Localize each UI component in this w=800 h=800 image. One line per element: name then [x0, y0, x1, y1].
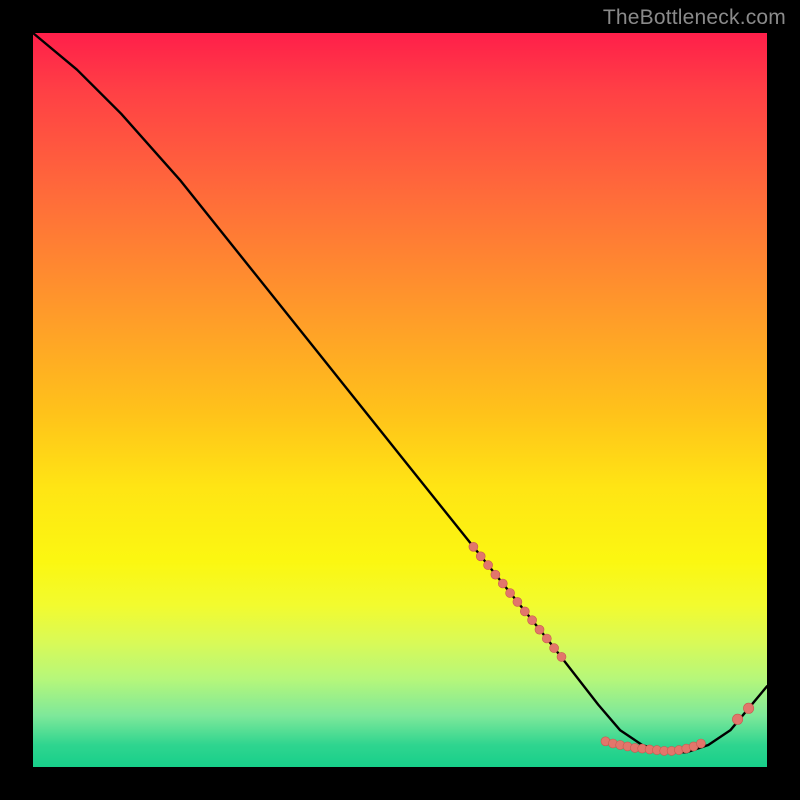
- data-point: [696, 739, 705, 748]
- data-point: [535, 625, 544, 634]
- chart-svg: [33, 33, 767, 767]
- data-point: [513, 597, 522, 606]
- main-curve: [33, 33, 767, 752]
- data-point: [484, 561, 493, 570]
- data-point: [528, 616, 537, 625]
- data-point: [743, 703, 753, 713]
- data-point: [476, 552, 485, 561]
- data-point: [542, 634, 551, 643]
- plot-area: [33, 33, 767, 767]
- data-point: [520, 607, 529, 616]
- data-point: [498, 579, 507, 588]
- data-point: [550, 644, 559, 653]
- data-point: [506, 589, 515, 598]
- data-point: [491, 570, 500, 579]
- data-point: [732, 714, 742, 724]
- markers-valley: [601, 737, 705, 756]
- data-point: [469, 542, 478, 551]
- data-point: [557, 652, 566, 661]
- attribution-label: TheBottleneck.com: [603, 6, 786, 30]
- chart-frame: TheBottleneck.com: [0, 0, 800, 800]
